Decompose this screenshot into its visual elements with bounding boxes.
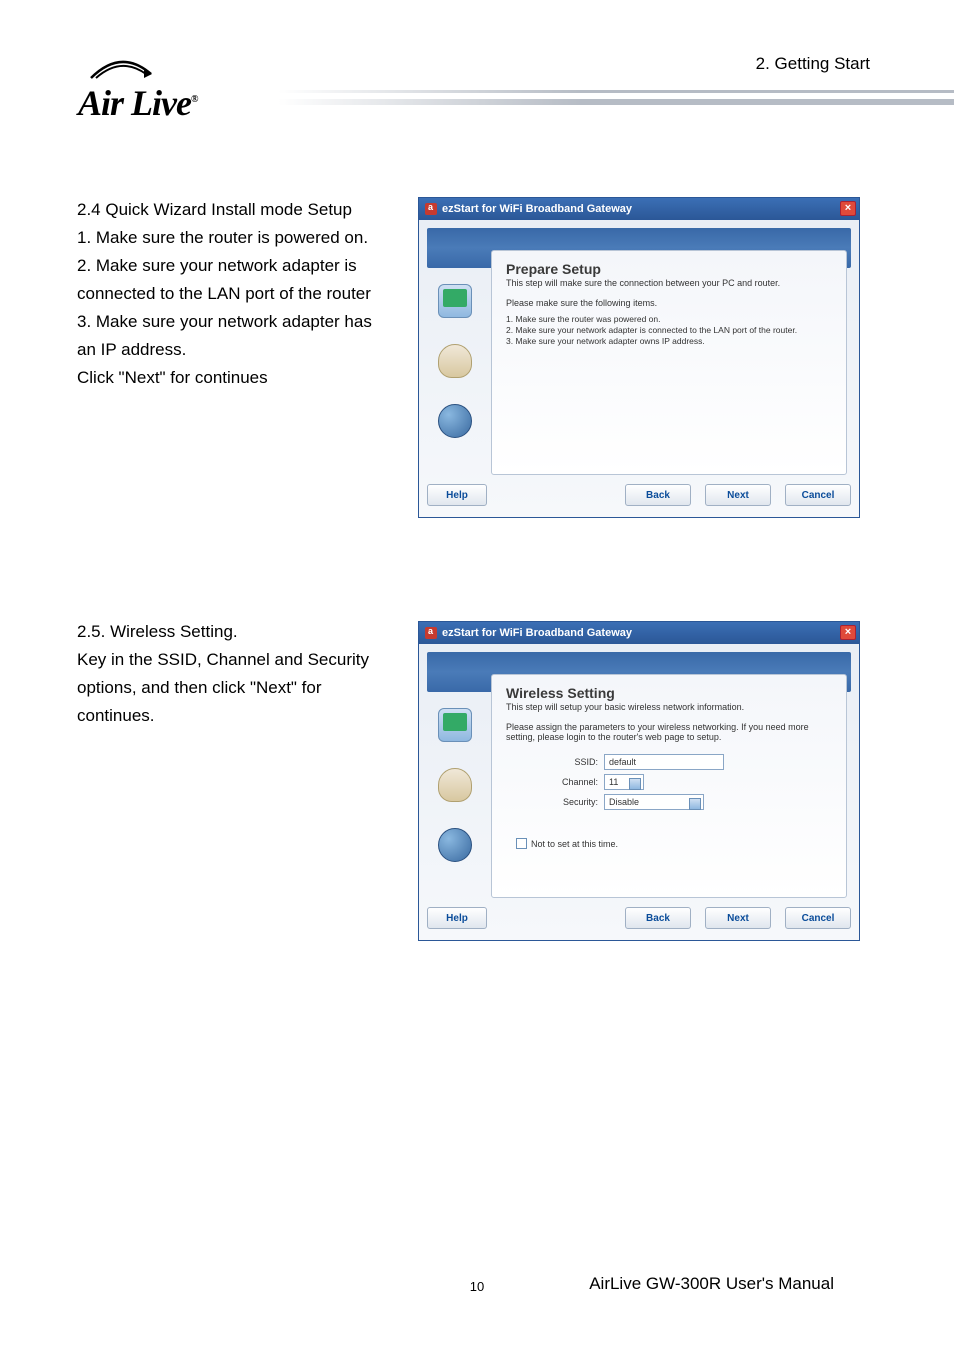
dialog2-content: Wireless Setting This step will setup yo… <box>491 674 847 898</box>
brand-logo: Air Live® <box>78 56 197 124</box>
app-icon <box>425 203 437 215</box>
dialog1-step-icons <box>427 272 483 475</box>
skip-row: Not to set at this time. <box>516 838 832 849</box>
dialog2-sub: This step will setup your basic wireless… <box>506 702 832 712</box>
section-2-5-body: Key in the SSID, Channel and Security op… <box>77 646 373 730</box>
skip-checkbox[interactable] <box>516 838 527 849</box>
dialog2-heading: Wireless Setting <box>506 685 832 701</box>
security-select[interactable]: Disable <box>604 794 704 810</box>
section-2-4-step1: 1. Make sure the router is powered on. <box>77 224 377 252</box>
header-divider <box>278 90 954 105</box>
app-icon <box>425 627 437 639</box>
cancel-button[interactable]: Cancel <box>785 907 851 929</box>
channel-select[interactable]: 11 <box>604 774 644 790</box>
ssid-row: SSID: default <box>552 754 832 770</box>
dialog1-titlebar[interactable]: ezStart for WiFi Broadband Gateway × <box>419 198 859 220</box>
logo-arc-icon <box>86 56 156 82</box>
section-2-4-heading: 2.4 Quick Wizard Install mode Setup <box>77 196 377 224</box>
dialog1-content: Prepare Setup This step will make sure t… <box>491 250 847 475</box>
dialog1-button-bar: Help Back Next Cancel <box>427 481 851 509</box>
section-2-4-step3: 3. Make sure your network adapter has an… <box>77 308 377 364</box>
chapter-label: 2. Getting Start <box>756 54 870 74</box>
security-row: Security: Disable <box>552 794 832 810</box>
close-icon[interactable]: × <box>840 625 856 640</box>
ssid-input[interactable]: default <box>604 754 724 770</box>
monitor-icon <box>438 284 472 318</box>
dialog2-titlebar[interactable]: ezStart for WiFi Broadband Gateway × <box>419 622 859 644</box>
dialog1-item1: 1. Make sure the router was powered on. <box>506 314 832 325</box>
dialog2-step-icons <box>427 696 483 898</box>
hand-icon <box>438 344 472 378</box>
section-2-5-text: 2.5. Wireless Setting. Key in the SSID, … <box>77 618 373 730</box>
dialog1-instruction: Please make sure the following items. <box>506 298 832 308</box>
dialog1-sub: This step will make sure the connection … <box>506 278 832 288</box>
next-button[interactable]: Next <box>705 484 771 506</box>
dialog2-instruction: Please assign the parameters to your wir… <box>506 722 832 742</box>
dialog1-item3: 3. Make sure your network adapter owns I… <box>506 336 832 347</box>
hand-icon <box>438 768 472 802</box>
section-2-4-step2: 2. Make sure your network adapter is con… <box>77 252 377 308</box>
security-label: Security: <box>552 797 604 807</box>
prepare-setup-dialog: ezStart for WiFi Broadband Gateway × Pre… <box>418 197 860 518</box>
dialog2-button-bar: Help Back Next Cancel <box>427 904 851 932</box>
dialog1-item2: 2. Make sure your network adapter is con… <box>506 325 832 336</box>
dialog1-heading: Prepare Setup <box>506 261 832 277</box>
skip-label: Not to set at this time. <box>531 839 618 849</box>
wireless-setting-dialog: ezStart for WiFi Broadband Gateway × Wir… <box>418 621 860 941</box>
monitor-icon <box>438 708 472 742</box>
logo-text: Air Live® <box>78 82 197 124</box>
ssid-label: SSID: <box>552 757 604 767</box>
channel-label: Channel: <box>552 777 604 787</box>
globe-icon <box>438 828 472 862</box>
close-icon[interactable]: × <box>840 201 856 216</box>
back-button[interactable]: Back <box>625 484 691 506</box>
back-button[interactable]: Back <box>625 907 691 929</box>
dialog1-title: ezStart for WiFi Broadband Gateway <box>442 203 632 215</box>
manual-title: AirLive GW-300R User's Manual <box>589 1274 834 1294</box>
channel-row: Channel: 11 <box>552 774 832 790</box>
dialog2-title: ezStart for WiFi Broadband Gateway <box>442 627 632 639</box>
section-2-4-click-next: Click "Next" for continues <box>77 364 377 392</box>
help-button[interactable]: Help <box>427 907 487 929</box>
section-2-5-heading: 2.5. Wireless Setting. <box>77 618 373 646</box>
next-button[interactable]: Next <box>705 907 771 929</box>
help-button[interactable]: Help <box>427 484 487 506</box>
globe-icon <box>438 404 472 438</box>
cancel-button[interactable]: Cancel <box>785 484 851 506</box>
section-2-4-text: 2.4 Quick Wizard Install mode Setup 1. M… <box>77 196 377 392</box>
